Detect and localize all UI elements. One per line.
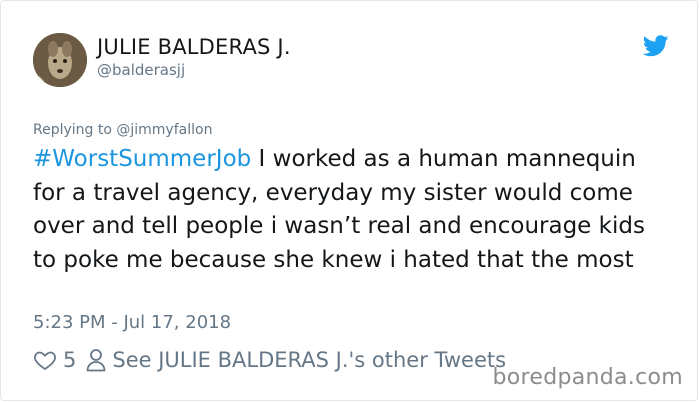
tweet-timestamp[interactable]: 5:23 PM - Jul 17, 2018 — [33, 312, 231, 333]
watermark: boredpanda.com — [492, 365, 683, 390]
twitter-bird-icon[interactable] — [643, 35, 669, 57]
tweet-text: #WorstSummerJob I worked as a human mann… — [33, 143, 673, 277]
person-icon[interactable] — [86, 348, 106, 372]
like-count[interactable]: 5 — [63, 348, 76, 372]
avatar-image — [33, 33, 87, 87]
user-handle[interactable]: @balderasjj — [97, 61, 185, 79]
hashtag-link[interactable]: #WorstSummerJob — [33, 146, 251, 172]
heart-icon[interactable] — [33, 348, 57, 372]
other-tweets-link[interactable]: See JULIE BALDERAS J.'s other Tweets — [112, 348, 506, 372]
tweet-card: JULIE BALDERAS J. @balderasjj Replying t… — [0, 0, 698, 401]
avatar[interactable] — [33, 33, 87, 87]
display-name[interactable]: JULIE BALDERAS J. — [97, 35, 291, 59]
reply-context[interactable]: Replying to @jimmyfallon — [33, 122, 212, 138]
tweet-actions: 5 See JULIE BALDERAS J.'s other Tweets — [33, 345, 506, 375]
